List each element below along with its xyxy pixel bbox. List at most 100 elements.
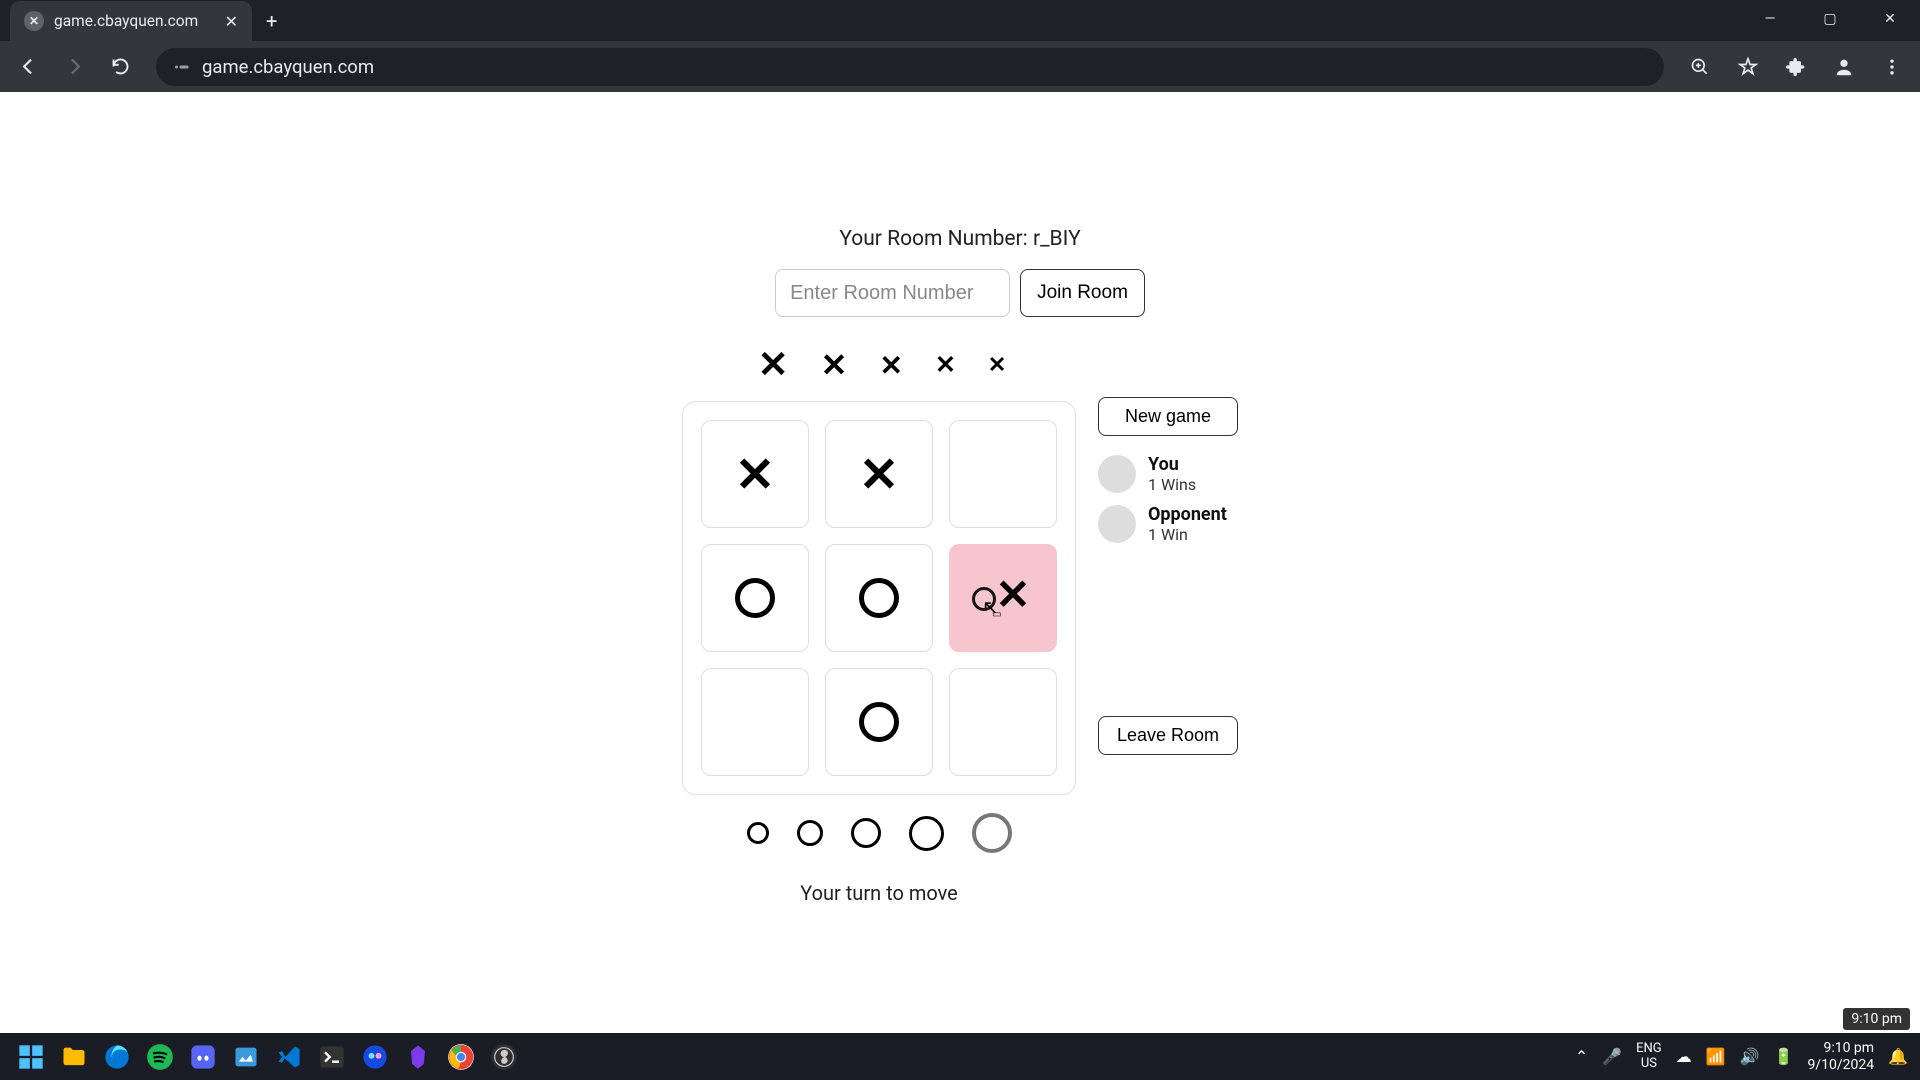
new-game-button[interactable]: New game bbox=[1098, 397, 1238, 436]
room-number-label: Your Room Number: r_BIY bbox=[839, 227, 1080, 251]
cursor-icon bbox=[982, 595, 1006, 619]
tab-bar: game.cbayquen.com ✕ + bbox=[0, 0, 1920, 41]
time-text: 9:10 pm bbox=[1807, 1040, 1874, 1057]
date-text: 9/10/2024 bbox=[1807, 1057, 1874, 1074]
menu-icon[interactable] bbox=[1874, 49, 1910, 85]
edge-icon[interactable] bbox=[98, 1038, 136, 1076]
notifications-icon[interactable]: 🔔 bbox=[1888, 1047, 1908, 1066]
terminal-icon[interactable] bbox=[313, 1038, 351, 1076]
onedrive-icon[interactable]: ☁ bbox=[1676, 1047, 1692, 1066]
maximize-button[interactable]: ▢ bbox=[1800, 0, 1860, 38]
nav-bar: game.cbayquen.com bbox=[0, 41, 1920, 92]
board-cell-4[interactable] bbox=[825, 544, 933, 652]
o-piece-icon[interactable] bbox=[851, 818, 881, 848]
player-name: Opponent bbox=[1148, 504, 1227, 525]
back-button[interactable] bbox=[10, 49, 46, 85]
board-cell-3[interactable] bbox=[701, 544, 809, 652]
x-piece-icon[interactable]: ✕ bbox=[879, 349, 902, 382]
zoom-icon[interactable] bbox=[1682, 49, 1718, 85]
board-cell-7[interactable] bbox=[825, 668, 933, 776]
tab-title: game.cbayquen.com bbox=[54, 12, 215, 30]
forward-button[interactable] bbox=[56, 49, 92, 85]
url-text: game.cbayquen.com bbox=[202, 56, 374, 78]
reload-button[interactable] bbox=[102, 49, 138, 85]
explorer-icon[interactable] bbox=[55, 1038, 93, 1076]
board-cell-2[interactable] bbox=[949, 420, 1057, 528]
avatar bbox=[1098, 505, 1136, 543]
x-mark-icon: ✕ bbox=[735, 446, 775, 503]
o-mark-icon bbox=[859, 702, 899, 742]
page-content: Your Room Number: r_BIY Join Room ✕ ✕ ✕ … bbox=[0, 92, 1920, 1017]
copilot-icon[interactable] bbox=[356, 1038, 394, 1076]
taskbar-apps bbox=[12, 1038, 523, 1076]
lang-line2: US bbox=[1636, 1057, 1662, 1071]
extensions-icon[interactable] bbox=[1778, 49, 1814, 85]
language-indicator[interactable]: ENG US bbox=[1636, 1042, 1662, 1071]
o-pieces-row bbox=[747, 813, 1012, 853]
obsidian-icon[interactable] bbox=[399, 1038, 437, 1076]
o-piece-icon[interactable] bbox=[972, 813, 1012, 853]
x-pieces-row: ✕ ✕ ✕ ✕ ✕ bbox=[752, 343, 1007, 387]
o-piece-icon[interactable] bbox=[747, 822, 769, 844]
clock[interactable]: 9:10 pm 9/10/2024 bbox=[1807, 1040, 1874, 1074]
x-piece-icon[interactable]: ✕ bbox=[988, 353, 1006, 378]
browser-tab[interactable]: game.cbayquen.com ✕ bbox=[10, 1, 252, 41]
player-wins: 1 Wins bbox=[1148, 475, 1196, 494]
battery-icon[interactable]: 🔋 bbox=[1774, 1047, 1794, 1066]
system-tray: ⌃ 🎤 ENG US ☁ 📶 🔊 🔋 9:10 pm 9/10/2024 🔔 bbox=[1575, 1040, 1908, 1074]
tab-close-icon[interactable]: ✕ bbox=[225, 12, 238, 31]
wifi-icon[interactable]: 📶 bbox=[1706, 1047, 1726, 1066]
profile-icon[interactable] bbox=[1826, 49, 1862, 85]
tray-chevron-icon[interactable]: ⌃ bbox=[1575, 1047, 1588, 1066]
close-window-button[interactable]: ✕ bbox=[1860, 0, 1920, 38]
nav-right bbox=[1682, 49, 1910, 85]
o-piece-icon[interactable] bbox=[797, 820, 823, 846]
discord-icon[interactable] bbox=[184, 1038, 222, 1076]
chrome-icon[interactable] bbox=[442, 1038, 480, 1076]
avatar bbox=[1098, 455, 1136, 493]
spotify-icon[interactable] bbox=[141, 1038, 179, 1076]
start-button[interactable] bbox=[12, 1038, 50, 1076]
bookmark-icon[interactable] bbox=[1730, 49, 1766, 85]
player-name: You bbox=[1148, 454, 1196, 475]
player-opponent-row: Opponent 1 Win bbox=[1098, 504, 1238, 544]
site-info-icon[interactable] bbox=[172, 58, 190, 76]
minimize-button[interactable]: — bbox=[1740, 0, 1800, 38]
url-bar[interactable]: game.cbayquen.com bbox=[156, 48, 1664, 86]
leave-room-button[interactable]: Leave Room bbox=[1098, 716, 1238, 755]
board-cell-6[interactable] bbox=[701, 668, 809, 776]
taskbar: ⌃ 🎤 ENG US ☁ 📶 🔊 🔋 9:10 pm 9/10/2024 🔔 9… bbox=[0, 1033, 1920, 1080]
player-wins: 1 Win bbox=[1148, 525, 1227, 544]
join-room-button[interactable]: Join Room bbox=[1020, 269, 1145, 317]
volume-icon[interactable]: 🔊 bbox=[1740, 1047, 1760, 1066]
room-label-prefix: Your Room Number: bbox=[839, 227, 1033, 251]
x-piece-icon[interactable]: ✕ bbox=[935, 350, 956, 380]
photos-icon[interactable] bbox=[227, 1038, 265, 1076]
x-piece-icon[interactable]: ✕ bbox=[758, 343, 789, 387]
board-cell-1[interactable]: ✕ bbox=[825, 420, 933, 528]
room-join-row: Join Room bbox=[775, 269, 1145, 317]
lang-line1: ENG bbox=[1636, 1042, 1662, 1056]
vscode-icon[interactable] bbox=[270, 1038, 308, 1076]
o-piece-icon[interactable] bbox=[909, 816, 944, 851]
board-cell-5[interactable]: ✕ bbox=[949, 544, 1057, 652]
board-cell-0[interactable]: ✕ bbox=[701, 420, 809, 528]
room-number-input[interactable] bbox=[775, 269, 1010, 317]
game-area: ✕ ✕ ✕ ✕ ✕ ✕ ✕ ✕ bbox=[682, 343, 1238, 905]
o-mark-icon bbox=[735, 578, 775, 618]
x-mark-icon: ✕ bbox=[859, 446, 899, 503]
player-you-row: You 1 Wins bbox=[1098, 454, 1238, 494]
favicon-icon bbox=[24, 11, 44, 31]
side-panel: New game You 1 Wins Opponent 1 Win Leave… bbox=[1098, 343, 1238, 755]
mic-icon[interactable]: 🎤 bbox=[1602, 1047, 1622, 1066]
tooltip: 9:10 pm bbox=[1843, 1008, 1910, 1030]
board-cell-8[interactable] bbox=[949, 668, 1057, 776]
new-tab-button[interactable]: + bbox=[252, 1, 291, 41]
room-number-value: r_BIY bbox=[1033, 227, 1081, 251]
x-piece-icon[interactable]: ✕ bbox=[821, 346, 848, 384]
player-info: Opponent 1 Win bbox=[1148, 504, 1227, 544]
turn-indicator: Your turn to move bbox=[800, 881, 958, 905]
game-board: ✕ ✕ ✕ bbox=[682, 401, 1076, 795]
board-column: ✕ ✕ ✕ ✕ ✕ ✕ ✕ ✕ bbox=[682, 343, 1076, 905]
obs-icon[interactable] bbox=[485, 1038, 523, 1076]
